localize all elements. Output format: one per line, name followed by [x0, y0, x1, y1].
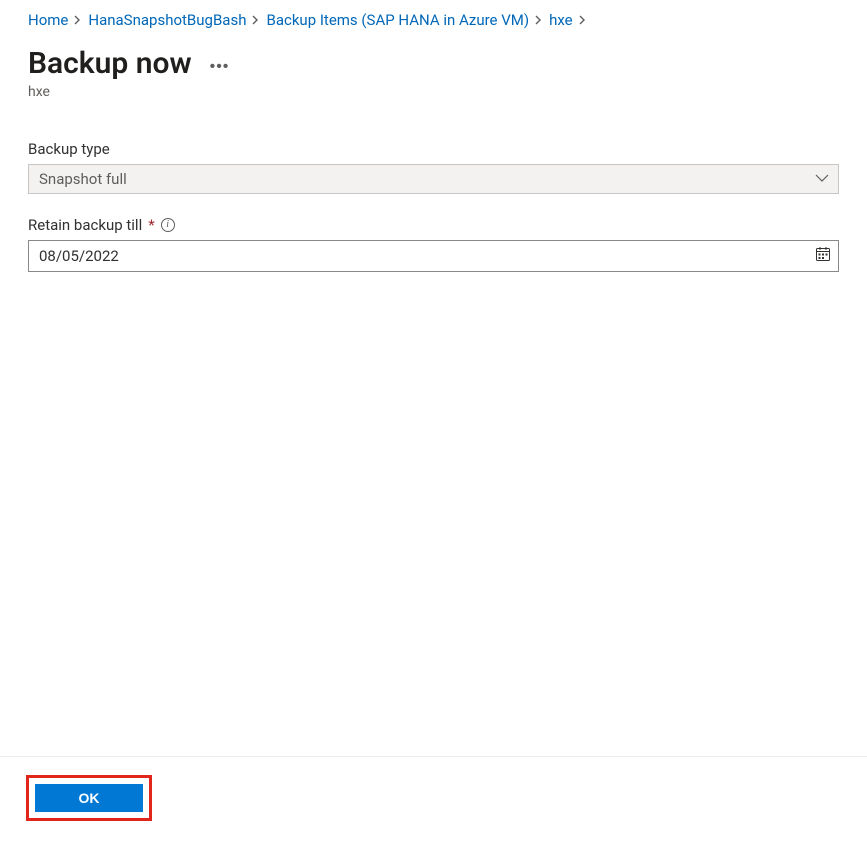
field-backup-type: Backup type Snapshot full: [28, 140, 839, 194]
info-icon[interactable]: i: [161, 218, 175, 232]
backup-type-select[interactable]: Snapshot full: [28, 164, 839, 194]
breadcrumb-link-home[interactable]: Home: [28, 10, 68, 30]
page-subtitle: hxe: [28, 84, 839, 100]
backup-type-label: Backup type: [28, 140, 110, 158]
breadcrumb-link-vault[interactable]: HanaSnapshotBugBash: [88, 10, 246, 30]
page-title: Backup now: [28, 46, 192, 82]
chevron-right-icon: [250, 10, 262, 30]
footer-bar: OK: [0, 756, 867, 847]
field-retain-backup-till: Retain backup till * i 08/05/2022: [28, 216, 839, 272]
retain-date-input[interactable]: 08/05/2022: [28, 240, 839, 272]
backup-type-value: Snapshot full: [39, 170, 127, 188]
more-actions-button[interactable]: •••: [206, 55, 234, 79]
retain-date-value: 08/05/2022: [39, 247, 119, 265]
retain-label: Retain backup till: [28, 216, 142, 234]
breadcrumb: Home HanaSnapshotBugBash Backup Items (S…: [28, 10, 839, 30]
chevron-right-icon: [577, 10, 589, 30]
ellipsis-icon: •••: [210, 58, 230, 75]
chevron-right-icon: [533, 10, 545, 30]
chevron-right-icon: [72, 10, 84, 30]
ok-highlight-frame: OK: [26, 775, 152, 821]
required-asterisk: *: [148, 216, 154, 234]
breadcrumb-link-item[interactable]: hxe: [549, 10, 573, 30]
breadcrumb-link-backup-items[interactable]: Backup Items (SAP HANA in Azure VM): [266, 10, 529, 30]
ok-button[interactable]: OK: [35, 784, 143, 812]
